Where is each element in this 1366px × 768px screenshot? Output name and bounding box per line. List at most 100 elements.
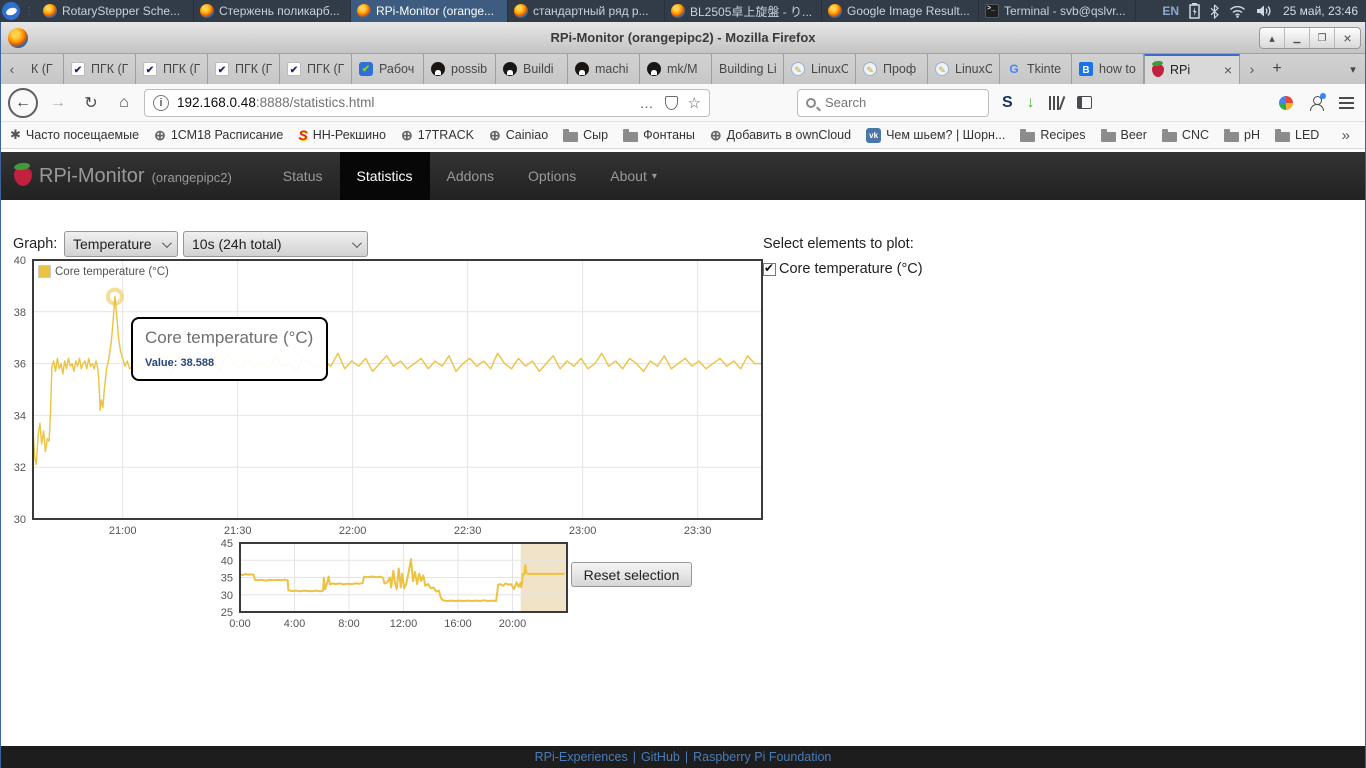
close-window-icon[interactable] [1335, 28, 1360, 48]
browser-tab[interactable]: Buildi [496, 54, 568, 84]
account-icon[interactable] [1309, 92, 1326, 111]
browser-tab[interactable]: LinuxC [784, 54, 856, 84]
taskbar-window-button[interactable]: BL2505卓上旋盤 - り... [665, 0, 822, 22]
bookmark-item[interactable]: LED [1275, 128, 1319, 142]
shield-icon[interactable] [664, 95, 678, 110]
taskbar-grip: ⋮ [24, 5, 34, 17]
bookmarks-overflow-icon[interactable]: » [1342, 127, 1356, 144]
bookmark-item[interactable]: 17TRACK [401, 127, 474, 144]
site-info-icon[interactable]: i [153, 94, 169, 111]
browser-tab[interactable]: ПГК (Г [280, 54, 352, 84]
taskbar-window-button[interactable]: Стержень поликарб... [194, 0, 351, 22]
app-menu-options[interactable]: Options [511, 152, 593, 200]
minimize-window-icon[interactable] [1285, 28, 1310, 48]
browser-tab[interactable]: Рабоч [352, 54, 424, 84]
scroll-tabs-right-icon[interactable]: › [1240, 54, 1264, 84]
browser-tab[interactable]: possib [424, 54, 496, 84]
volume-icon[interactable] [1256, 4, 1273, 18]
y-tick-label: 40 [14, 255, 26, 267]
wifi-icon[interactable] [1229, 5, 1246, 18]
bookmark-item[interactable]: Фонтаны [623, 128, 695, 142]
browser-tab[interactable]: Проф [856, 54, 928, 84]
bookmark-item[interactable]: Cainiao [489, 127, 548, 144]
bluetooth-icon[interactable] [1210, 4, 1219, 19]
browser-tab[interactable]: machi [568, 54, 640, 84]
caret-down-icon: ▾ [651, 170, 657, 182]
bookmark-item[interactable]: Beer [1100, 128, 1147, 142]
bookmark-item[interactable]: Recipes [1020, 128, 1086, 142]
github-icon [647, 62, 661, 76]
bookmark-label: 1СМ18 Расписание [170, 128, 284, 142]
chevron-down-icon [161, 237, 172, 248]
app-menu-statistics[interactable]: Statistics [339, 152, 430, 200]
browser-tab[interactable]: RPi × [1144, 54, 1240, 84]
clock[interactable]: 25 май, 23:46 [1283, 4, 1358, 18]
page-actions-icon[interactable]: … [640, 95, 655, 111]
browser-tab[interactable]: LinuxC [928, 54, 1000, 84]
maximize-window-icon[interactable] [1310, 28, 1335, 48]
menu-hamburger-icon[interactable] [1339, 96, 1354, 109]
shade-window-icon[interactable] [1260, 28, 1285, 48]
app-menu-addons[interactable]: Addons [430, 152, 511, 200]
browser-tab[interactable]: К (Г [24, 54, 64, 84]
taskbar-window-button[interactable]: RotaryStepper Sche... [37, 0, 194, 22]
browser-tab[interactable]: ПГК (Г [64, 54, 136, 84]
sidebar-toggle-icon[interactable] [1076, 96, 1092, 109]
browser-tab[interactable]: Building Li [712, 54, 784, 84]
download-addon-icon[interactable]: ↓ [1027, 94, 1035, 112]
tab-label: Building Li [719, 62, 776, 76]
bookmark-item[interactable]: pH [1224, 128, 1260, 142]
library-icon[interactable] [1048, 95, 1066, 110]
search-bar[interactable] [797, 88, 989, 117]
back-button[interactable]: ← [8, 87, 38, 118]
taskbar-window-button[interactable]: стандартный ряд р... [508, 0, 665, 22]
bookmark-item[interactable]: НН-Рекшино [298, 127, 386, 143]
taskbar-window-button[interactable]: RPi-Monitor (orange... [351, 0, 508, 22]
list-all-tabs-icon[interactable]: ▾ [1340, 54, 1366, 84]
overview-chart[interactable]: 0:00 4:00 8:00 12:00 16:00 20:00 25 30 35 40 45 [214, 539, 576, 631]
app-menu-about[interactable]: About ▾ [593, 152, 674, 200]
applications-menu-icon[interactable] [2, 2, 20, 20]
bookmark-item[interactable]: Добавить в ownCloud [710, 127, 851, 144]
forward-button[interactable]: → [45, 90, 71, 116]
main-chart[interactable]: 21:00 21:30 22:00 22:30 23:00 23:30 30 32 34 36 38… [4, 252, 770, 544]
footer-link[interactable]: RPi-Experiences [535, 750, 628, 764]
app-brand[interactable]: RPi-Monitor (orangepipc2) [0, 165, 242, 188]
new-tab-button[interactable]: + [1264, 54, 1290, 84]
url-host: 192.168.0.48 [177, 95, 256, 110]
search-input[interactable] [823, 94, 953, 111]
addon-pinwheel-icon[interactable] [1279, 95, 1293, 110]
battery-icon[interactable] [1189, 3, 1200, 19]
footer-link[interactable]: GitHub [641, 750, 680, 764]
tab-label: Buildi [523, 62, 554, 76]
home-button[interactable]: ⌂ [111, 90, 137, 116]
scroll-tabs-left-icon[interactable]: ‹ [0, 54, 24, 84]
session-manager-icon[interactable]: S [1002, 94, 1013, 112]
browser-tab[interactable]: Tkinte [1000, 54, 1072, 84]
browser-tab[interactable]: ПГК (Г [208, 54, 280, 84]
bookmark-item[interactable]: CNC [1161, 128, 1209, 142]
browser-tab[interactable]: ПГК (Г [136, 54, 208, 84]
tab-label: mk/M [667, 62, 698, 76]
browser-tab[interactable]: how to [1072, 54, 1144, 84]
footer-link[interactable]: Raspberry Pi Foundation [693, 750, 831, 764]
browser-tab[interactable]: mk/M [640, 54, 712, 84]
y-tick-label: 30 [221, 590, 233, 602]
url-bar[interactable]: i 192.168.0.48:8888/statistics.html … ☆ [144, 88, 710, 117]
bookmark-item[interactable]: Сыр [563, 128, 608, 142]
reload-button[interactable]: ↻ [78, 90, 104, 116]
reset-selection-button[interactable]: Reset selection [571, 562, 692, 587]
url-text[interactable]: 192.168.0.48:8888/statistics.html [177, 95, 632, 110]
bookmark-item[interactable]: Часто посещаемые [10, 127, 139, 143]
close-tab-icon[interactable]: × [1224, 62, 1232, 78]
bookmark-star-icon[interactable]: ☆ [688, 94, 701, 112]
bookmark-item[interactable]: Чем шьем? | Шорн... [866, 127, 1005, 143]
taskbar-window-button[interactable]: Google Image Result... [822, 0, 979, 22]
firefox-icon [671, 4, 685, 18]
app-menu-status[interactable]: Status [266, 152, 340, 200]
taskbar-window-button[interactable]: Terminal - svb@qslvr... [979, 0, 1136, 22]
series-checkbox-row[interactable]: Core temperature (°C) [763, 261, 923, 277]
x-tick-label: 4:00 [284, 618, 305, 630]
keyboard-layout-indicator[interactable]: EN [1162, 4, 1179, 18]
bookmark-item[interactable]: 1СМ18 Расписание [154, 127, 284, 144]
